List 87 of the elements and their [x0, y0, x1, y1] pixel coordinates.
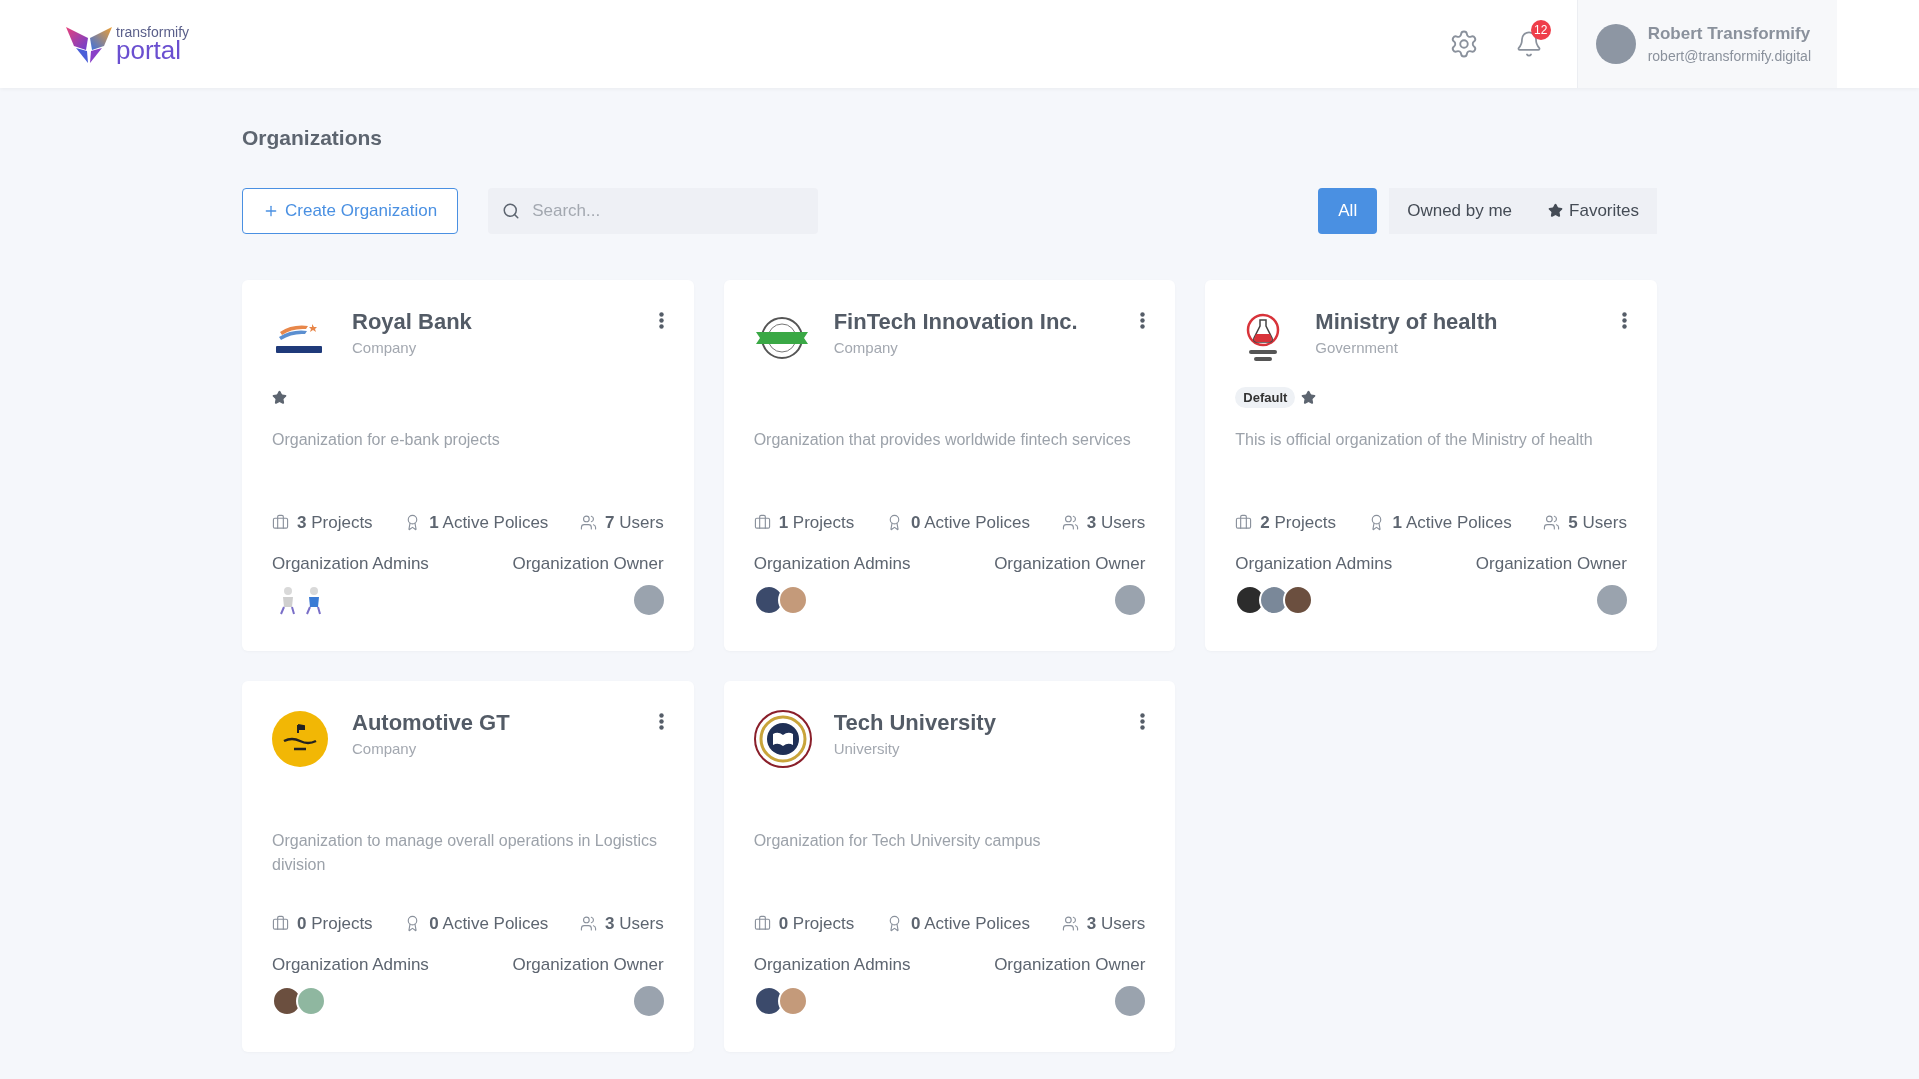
- organization-card[interactable]: Ministry of health Government Default This is official organization of the Ministry of health 2 Projects 1 Active Polices 5 Users Organization Admins Organization Owner: [1205, 279, 1657, 651]
- organization-type: Government: [1315, 337, 1399, 358]
- user-avatar: [1595, 24, 1636, 64]
- admins-label: Organization Admins: [753, 553, 911, 575]
- favorite-star-icon[interactable]: [272, 390, 287, 405]
- owner-label: Organization Owner: [994, 954, 1146, 976]
- owner-avatar: [633, 584, 664, 615]
- search-field[interactable]: Search...: [488, 187, 819, 234]
- search-input[interactable]: Search...: [532, 197, 805, 224]
- stat-text: 2 Projects: [1260, 511, 1336, 534]
- stat-text: 0 Active Polices: [910, 912, 1031, 935]
- owner-avatar: [633, 985, 664, 1016]
- stat-text: 3 Users: [1086, 912, 1146, 935]
- organization-description: Organization to manage overall operations in Logistics division: [272, 830, 659, 875]
- briefcase-icon: [753, 914, 771, 932]
- organization-name: Royal Bank: [352, 307, 473, 336]
- organization-card[interactable]: Royal Bank Company Organization for e-bank projects 3 Projects 1 Active Polices 7 Users Organization Admins Organization Owner: [242, 279, 694, 651]
- organization-name: Ministry of health: [1315, 307, 1499, 336]
- more-options-button[interactable]: [658, 311, 664, 329]
- owner-avatar: [1597, 584, 1627, 615]
- vertical-dots-icon: [1622, 311, 1627, 329]
- owner-label: Organization Owner: [512, 954, 664, 976]
- organization-name: Tech University: [833, 708, 997, 737]
- organization-description: Organization that provides worldwide fintech services: [753, 429, 1132, 450]
- user-email: robert@transformify.digital: [1647, 47, 1811, 67]
- default-badge: Default: [1235, 386, 1296, 409]
- stat-text: 3 Projects: [297, 511, 373, 534]
- organization-type: Company: [352, 337, 418, 358]
- more-options-button[interactable]: [658, 712, 664, 730]
- briefcase-icon: [1235, 513, 1253, 531]
- organization-card[interactable]: Tech University University Organization for Tech University campus 0 Projects 0 Active Polices 3 Users Organization Admins Organization Owner: [723, 680, 1176, 1052]
- organization-name: FinTech Innovation Inc.: [833, 307, 1079, 336]
- page-title: Organizations: [242, 125, 384, 151]
- users-icon: [1061, 513, 1079, 531]
- organization-description: This is official organization of the Ministry of health: [1235, 429, 1594, 450]
- stat-text: 0 Projects: [297, 912, 373, 935]
- owner-label: Organization Owner: [1475, 553, 1627, 575]
- notification-count-badge: 12: [1530, 20, 1551, 40]
- star-icon: [1548, 203, 1564, 218]
- briefcase-icon: [272, 513, 289, 531]
- briefcase-icon: [272, 914, 289, 932]
- user-name: Robert Transformify: [1647, 22, 1811, 45]
- stat-text: 1 Projects: [778, 511, 855, 534]
- admins-label: Organization Admins: [272, 553, 429, 575]
- filter-tab[interactable]: Favorites: [1530, 187, 1657, 234]
- stat-text: 0 Active Polices: [910, 511, 1031, 534]
- more-options-button[interactable]: [1140, 311, 1146, 329]
- users-icon: [1543, 513, 1561, 531]
- butterfly-logo-icon: [64, 24, 114, 64]
- organization-card[interactable]: FinTech Innovation Inc. Company Organization that provides worldwide fintech services 1 Projects 0 Active Polices 3 Users Organization Admins Organization Owner: [723, 279, 1176, 651]
- owner-avatar: [1115, 584, 1146, 615]
- organization-card[interactable]: Automotive GT Company Organization to manage overall operations in Logistics division 0 Projects 0 Active Polices 3 Users Organization Admins Organization Owner: [242, 680, 694, 1052]
- vertical-dots-icon: [1140, 311, 1146, 329]
- briefcase-icon: [753, 513, 771, 531]
- stat-text: 3 Users: [1086, 511, 1146, 534]
- vertical-dots-icon: [658, 712, 664, 730]
- organization-type: Company: [352, 738, 418, 759]
- admins-label: Organization Admins: [753, 954, 911, 976]
- stat-text: 0 Projects: [778, 912, 855, 935]
- stat-text: 3 Users: [605, 912, 664, 935]
- users-icon: [580, 914, 598, 932]
- brand-name: transformify: [116, 25, 190, 39]
- product-name: portal: [116, 37, 182, 63]
- organization-description: Organization for e-bank projects: [272, 429, 501, 450]
- owner-label: Organization Owner: [994, 553, 1146, 575]
- organization-type: University: [833, 738, 901, 759]
- organization-description: Organization for Tech University campus: [753, 830, 1042, 851]
- organization-type: Company: [833, 337, 899, 358]
- stat-text: 1 Active Polices: [1392, 511, 1512, 534]
- notifications-button[interactable]: 12: [1514, 20, 1551, 58]
- more-options-button[interactable]: [1622, 311, 1627, 329]
- favorite-star-icon[interactable]: [1301, 390, 1317, 405]
- stat-text: 7 Users: [605, 511, 664, 534]
- owner-label: Organization Owner: [512, 553, 664, 575]
- users-icon: [1061, 914, 1079, 932]
- organization-name: Automotive GT: [352, 708, 511, 737]
- filter-tab[interactable]: Owned by me: [1389, 187, 1531, 234]
- admins-label: Organization Admins: [1235, 553, 1393, 575]
- admins-label: Organization Admins: [272, 954, 429, 976]
- stat-text: 5 Users: [1568, 511, 1627, 534]
- stat-text: 0 Active Polices: [429, 912, 549, 935]
- more-options-button[interactable]: [1140, 712, 1146, 730]
- users-icon: [580, 513, 598, 531]
- owner-avatar: [1115, 985, 1146, 1016]
- vertical-dots-icon: [1140, 712, 1146, 730]
- vertical-dots-icon: [658, 311, 664, 329]
- stat-text: 1 Active Polices: [429, 511, 549, 534]
